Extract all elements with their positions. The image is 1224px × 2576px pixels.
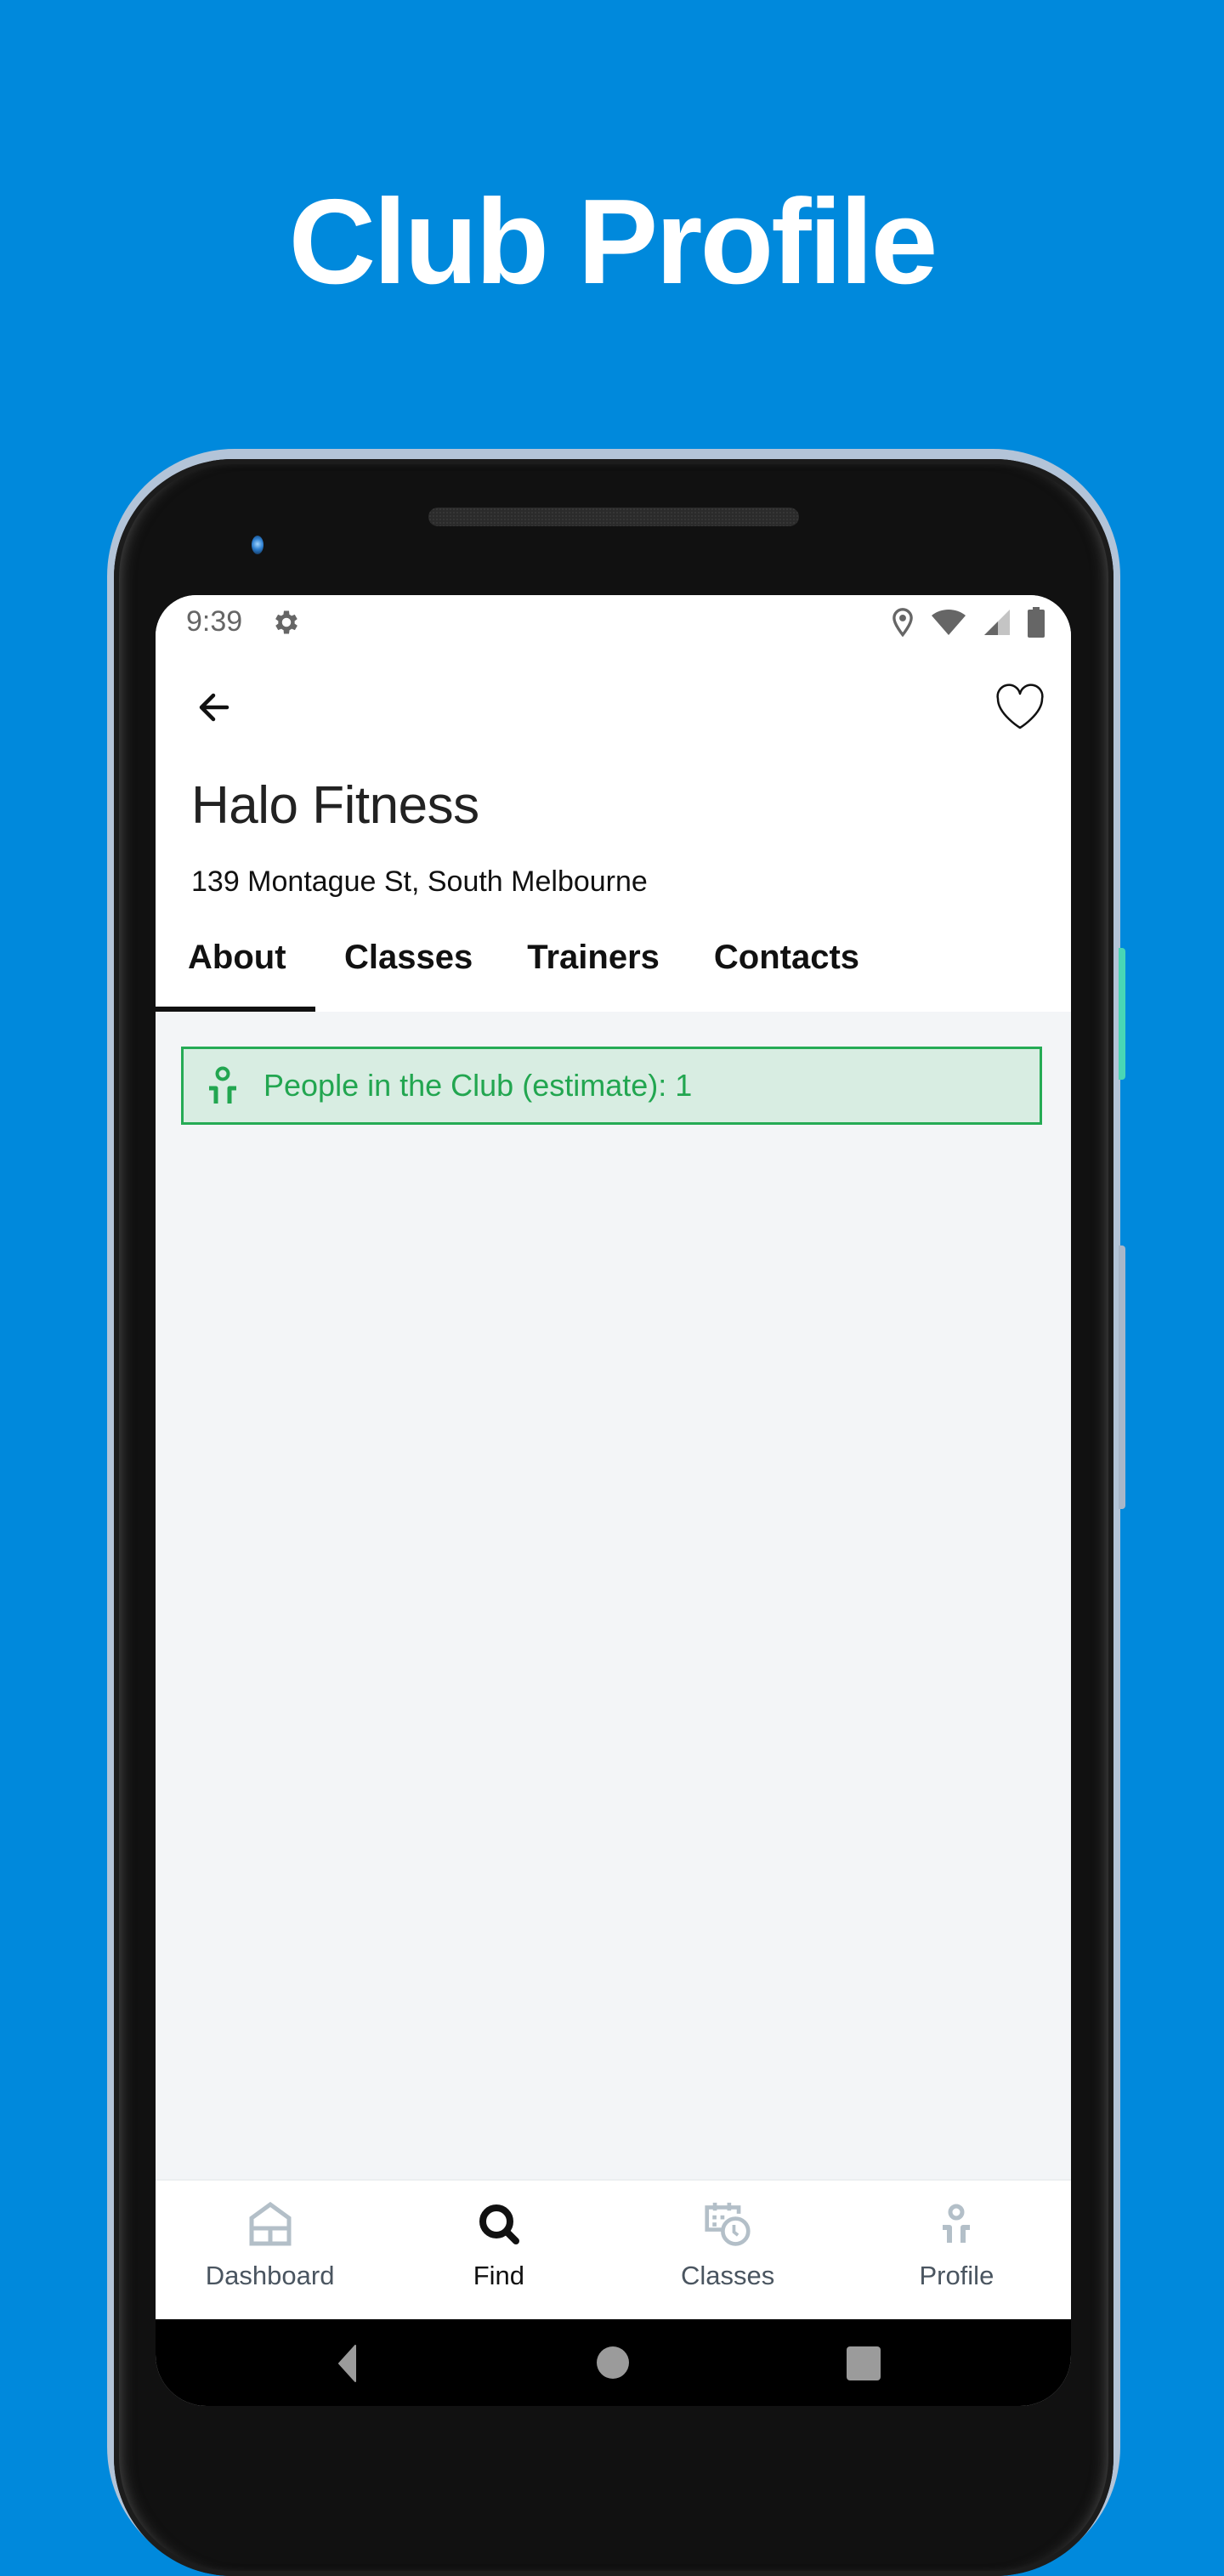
person-icon — [209, 1066, 236, 1104]
system-home-icon[interactable] — [597, 2346, 629, 2379]
about-content: People in the Club (estimate): 1 — [156, 1012, 1071, 2179]
nav-dashboard[interactable]: Dashboard — [156, 2181, 384, 2321]
power-button — [1119, 948, 1125, 1080]
battery-icon — [1028, 607, 1045, 638]
volume-button — [1119, 1245, 1125, 1509]
nav-find[interactable]: Find — [384, 2181, 613, 2321]
tab-label: Contacts — [713, 939, 860, 976]
nav-label: Profile — [919, 2261, 994, 2290]
bottom-navigation: Dashboard Find Classes Profile — [156, 2179, 1071, 2321]
nav-profile[interactable]: Profile — [842, 2181, 1071, 2321]
nav-label: Classes — [680, 2261, 775, 2290]
page-headline: Club Profile — [288, 174, 938, 309]
people-estimate-banner: People in the Club (estimate): 1 — [181, 1047, 1042, 1125]
club-address: 139 Montague St, South Melbourne — [191, 865, 648, 898]
status-bar: 9:39 — [156, 595, 1071, 648]
phone-screen: 9:39 Halo Fitness 139 Montague St, South… — [156, 595, 1071, 2406]
tab-trainers[interactable]: Trainers — [527, 932, 660, 1012]
tab-label: Trainers — [527, 939, 660, 976]
tab-about[interactable]: About — [156, 932, 315, 1012]
tab-contacts[interactable]: Contacts — [714, 932, 859, 1012]
people-estimate-text: People in the Club (estimate): 1 — [264, 1068, 693, 1103]
nav-classes[interactable]: Classes — [614, 2181, 842, 2321]
gear-icon — [275, 610, 298, 634]
heart-outline-icon[interactable] — [993, 680, 1047, 735]
location-icon — [892, 608, 913, 638]
system-navigation-bar — [156, 2319, 1071, 2406]
nav-label: Find — [473, 2261, 525, 2290]
signal-icon — [984, 610, 1010, 635]
club-name: Halo Fitness — [191, 776, 479, 835]
search-icon — [479, 2204, 519, 2244]
profile-tabs: About Classes Trainers Contacts — [156, 932, 859, 1012]
arrow-left-icon[interactable] — [190, 682, 241, 733]
calendar-clock-icon — [705, 2202, 751, 2246]
status-time: 9:39 — [186, 605, 243, 638]
club-header: Halo Fitness 139 Montague St, South Melb… — [156, 648, 1071, 1012]
status-icons — [891, 607, 1046, 638]
wifi-icon — [932, 609, 966, 635]
home-icon — [249, 2201, 292, 2246]
system-recents-icon[interactable] — [847, 2346, 881, 2380]
system-back-icon[interactable] — [338, 2345, 357, 2382]
tab-classes[interactable]: Classes — [344, 932, 473, 1012]
phone-speaker — [428, 508, 799, 526]
front-camera — [252, 536, 264, 554]
person-icon — [943, 2204, 971, 2243]
tab-label: Classes — [344, 939, 473, 976]
tab-label: About — [188, 939, 286, 976]
nav-label: Dashboard — [205, 2261, 335, 2290]
